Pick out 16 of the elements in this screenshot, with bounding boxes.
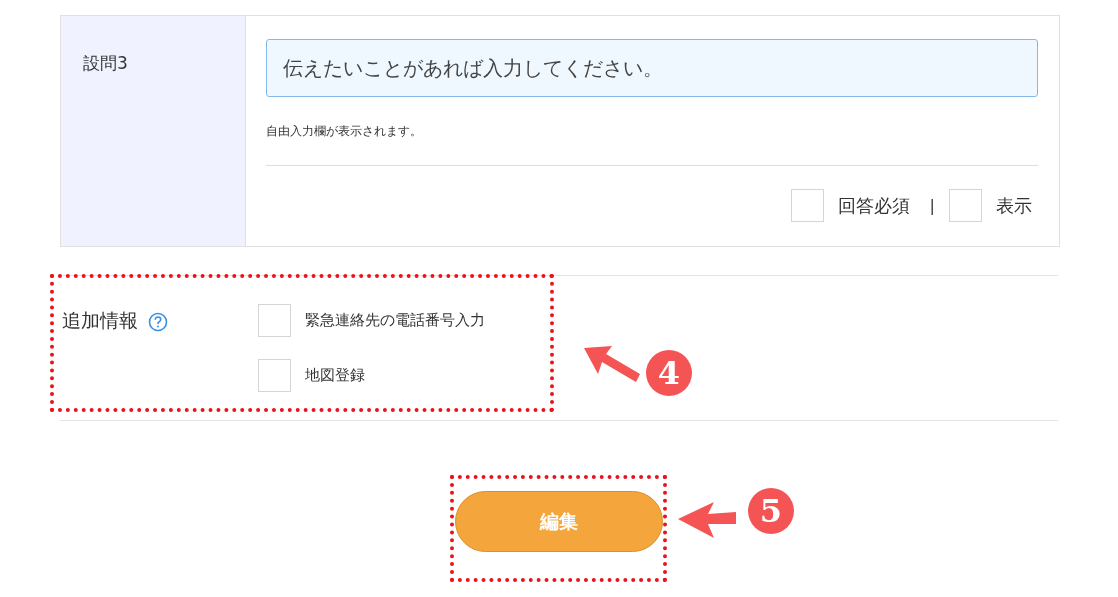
help-icon[interactable] bbox=[148, 312, 168, 332]
separator: | bbox=[929, 196, 935, 215]
checkbox[interactable] bbox=[258, 304, 291, 337]
step-number: 4 bbox=[646, 350, 692, 396]
step-number: 5 bbox=[748, 488, 794, 534]
checkbox[interactable] bbox=[949, 189, 982, 222]
question-label: 設問3 bbox=[61, 16, 246, 246]
checkbox[interactable] bbox=[790, 189, 824, 222]
checkbox-label: 表示 bbox=[996, 193, 1032, 218]
checkbox-label: 回答必須 bbox=[837, 193, 910, 218]
checkbox-label: 地図登録 bbox=[305, 366, 365, 385]
hint-text: 自由入力欄が表示されます。 bbox=[266, 123, 423, 140]
checkbox-label: 緊急連絡先の電話番号入力 bbox=[305, 311, 485, 330]
answer-field[interactable]: 伝えたいことがあれば入力してください。 bbox=[266, 39, 1038, 97]
checkbox[interactable] bbox=[258, 359, 291, 392]
section-label: 追加情報 bbox=[62, 308, 138, 333]
